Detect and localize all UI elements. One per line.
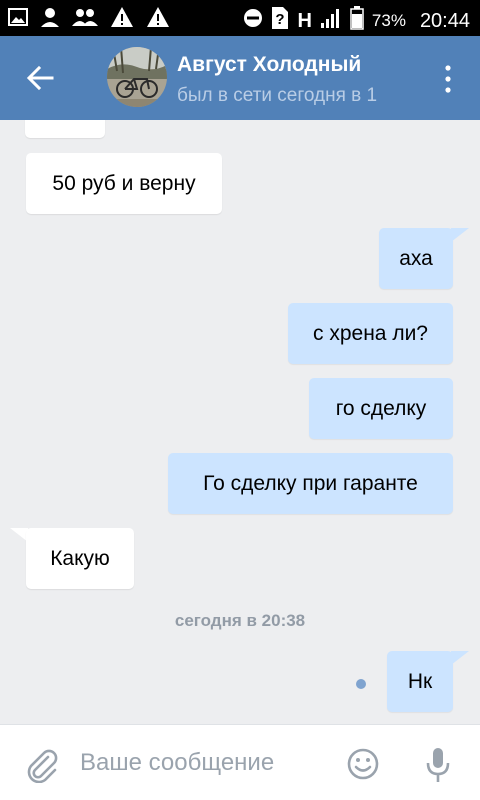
smiley-icon [347, 748, 379, 780]
chat-header: Август Холодный был в сети сегодня в 1 [0, 36, 480, 120]
composer-bar [0, 724, 480, 800]
warning-icon [110, 6, 134, 33]
more-menu-button[interactable] [436, 62, 460, 96]
bubble-tail [451, 651, 469, 665]
arrow-left-icon [26, 65, 54, 91]
unread-indicator-dot [356, 679, 366, 689]
message-outgoing[interactable]: с хрена ли? [288, 303, 453, 364]
paperclip-icon [27, 749, 58, 784]
sim-unknown-icon: ? [271, 6, 289, 36]
more-vertical-icon [445, 65, 451, 93]
clock: 20:44 [419, 9, 470, 32]
bubble-tail [451, 228, 469, 242]
gallery-icon [8, 7, 28, 32]
emoji-button[interactable] [346, 747, 380, 781]
person-icon [40, 6, 60, 33]
microphone-icon [426, 748, 450, 782]
network-type: H [297, 9, 312, 32]
back-button[interactable] [18, 58, 62, 98]
contact-name[interactable]: Август Холодный [177, 53, 361, 77]
message-outgoing[interactable]: го сделку [309, 378, 453, 439]
voice-message-button[interactable] [424, 745, 452, 785]
battery-icon [350, 6, 364, 36]
people-icon [72, 7, 98, 32]
message-outgoing[interactable]: Го сделку при гаранте [168, 453, 453, 514]
last-seen-status: был в сети сегодня в 1 [177, 85, 378, 106]
message-incoming[interactable] [25, 120, 105, 138]
signal-icon [320, 7, 342, 35]
avatar[interactable] [107, 47, 167, 107]
message-input[interactable] [80, 745, 330, 781]
battery-percent: 73% [371, 11, 406, 30]
message-outgoing[interactable]: аха [379, 228, 453, 289]
svg-text:?: ? [276, 11, 285, 28]
date-separator: сегодня в 20:38 [174, 611, 306, 630]
message-incoming[interactable]: 50 руб и верну [26, 153, 222, 214]
message-outgoing[interactable]: Нк [387, 651, 453, 712]
do-not-disturb-icon [243, 8, 263, 34]
attach-button[interactable] [24, 747, 60, 784]
warning-icon [146, 6, 170, 33]
message-list[interactable]: 50 руб и верну аха с хрена ли? го сделку… [0, 120, 480, 724]
message-incoming[interactable]: Какую [26, 528, 134, 589]
status-bar: ? H 73% 20:44 [0, 0, 480, 36]
